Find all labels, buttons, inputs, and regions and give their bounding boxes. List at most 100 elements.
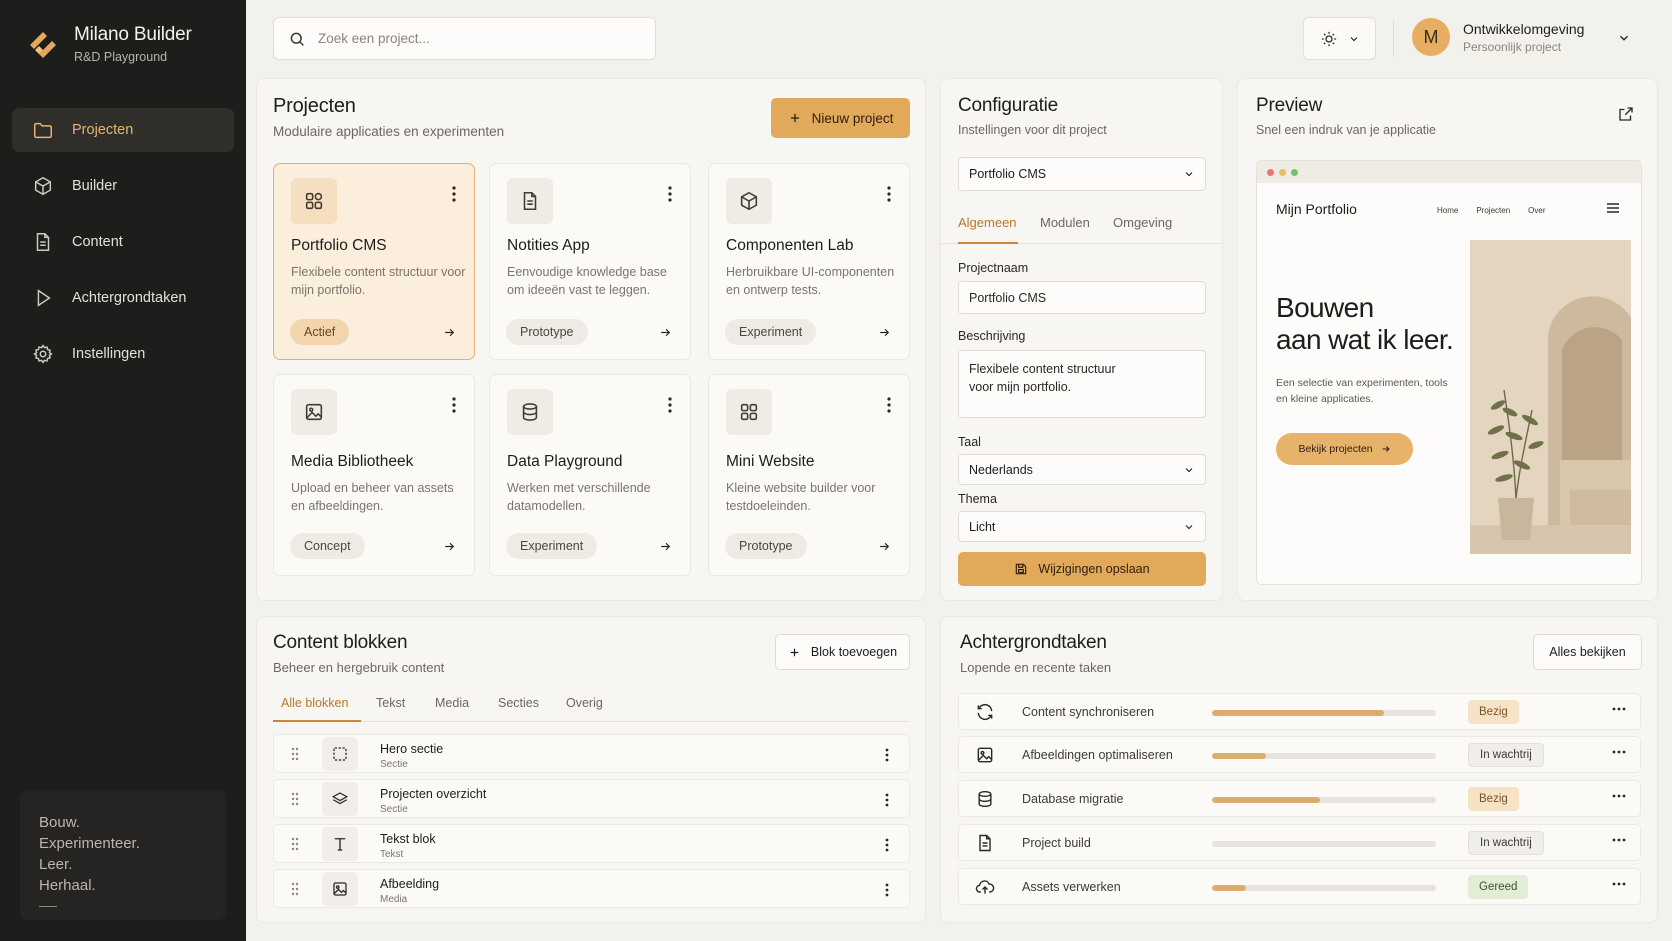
more-vertical-icon[interactable] xyxy=(452,397,456,413)
project-card-mini-website[interactable]: Mini Website Kleine website builder voor… xyxy=(708,374,910,576)
list-item[interactable]: Tekst blok Tekst xyxy=(273,824,910,863)
task-row[interactable]: Assets verwerken Gereed xyxy=(958,868,1641,905)
motto-divider xyxy=(39,906,57,907)
image-icon xyxy=(305,403,323,421)
list-item[interactable]: Hero sectie Sectie xyxy=(273,734,910,773)
external-link-icon[interactable] xyxy=(1617,105,1635,123)
hamburger-icon[interactable] xyxy=(1607,203,1619,213)
tab-tekst[interactable]: Tekst xyxy=(376,696,405,710)
block-name: Hero sectie xyxy=(380,742,444,756)
tab-omgeving[interactable]: Omgeving xyxy=(1113,215,1172,230)
tab-media[interactable]: Media xyxy=(435,696,469,710)
site-cta-button[interactable]: Bekijk projecten xyxy=(1276,433,1413,465)
add-block-button[interactable]: Blok toevoegen xyxy=(775,634,910,670)
project-card-componenten-lab[interactable]: Componenten Lab Herbruikbare UI-componen… xyxy=(708,163,910,360)
tab-modulen[interactable]: Modulen xyxy=(1040,215,1090,230)
project-card-portfolio-cms[interactable]: Portfolio CMS Flexibele content structuu… xyxy=(273,163,475,360)
new-project-button[interactable]: Nieuw project xyxy=(771,98,910,138)
sidebar-item-label: Achtergrondtaken xyxy=(72,290,187,306)
list-item[interactable]: Afbeelding Media xyxy=(273,869,910,908)
task-name: Content synchroniseren xyxy=(1022,705,1155,719)
more-vertical-icon[interactable] xyxy=(885,748,889,762)
content-blocks-title: Content blokken xyxy=(273,632,408,653)
task-row[interactable]: Project build In wachtrij xyxy=(958,824,1641,861)
arrow-right-icon[interactable] xyxy=(443,540,456,553)
more-vertical-icon[interactable] xyxy=(668,397,672,413)
brand-subtitle: R&D Playground xyxy=(74,50,168,64)
list-item[interactable]: Projecten overzicht Sectie xyxy=(273,779,910,818)
more-vertical-icon[interactable] xyxy=(668,186,672,202)
view-all-button[interactable]: Alles bekijken xyxy=(1533,634,1642,670)
project-card-media-bibliotheek[interactable]: Media Bibliotheek Upload en beheer van a… xyxy=(273,374,475,576)
more-vertical-icon[interactable] xyxy=(887,186,891,202)
tab-algemeen[interactable]: Algemeen xyxy=(958,215,1017,230)
progress-fill xyxy=(1212,885,1246,891)
sidebar-item-builder[interactable]: Builder xyxy=(12,164,234,208)
task-row[interactable]: Database migratie Bezig xyxy=(958,780,1641,817)
project-select[interactable]: Portfolio CMS xyxy=(958,157,1206,191)
play-icon xyxy=(37,289,51,307)
theme-toggle-button[interactable] xyxy=(1303,17,1376,60)
preview-subtitle: Snel een indruk van je applicatie xyxy=(1256,123,1436,137)
drag-handle-icon[interactable] xyxy=(291,882,299,896)
more-horizontal-icon[interactable] xyxy=(1612,707,1626,711)
task-name: Assets verwerken xyxy=(1022,880,1121,894)
arrow-right-icon[interactable] xyxy=(659,326,672,339)
more-vertical-icon[interactable] xyxy=(452,186,456,202)
task-row[interactable]: Content synchroniseren Bezig xyxy=(958,693,1641,730)
more-horizontal-icon[interactable] xyxy=(1612,750,1626,754)
status-badge: Actief xyxy=(290,319,350,345)
more-vertical-icon[interactable] xyxy=(885,838,889,852)
project-card-data-playground[interactable]: Data Playground Werken met verschillende… xyxy=(489,374,691,576)
task-row[interactable]: Afbeeldingen optimaliseren In wachtrij xyxy=(958,736,1641,773)
save-button[interactable]: Wijzigingen opslaan xyxy=(958,552,1206,586)
card-icon-wrap xyxy=(726,389,772,435)
more-horizontal-icon[interactable] xyxy=(1612,882,1626,886)
motto-line: Experimenteer. xyxy=(39,835,140,852)
chevron-down-icon[interactable] xyxy=(1617,31,1631,45)
site-headline-1: Bouwen xyxy=(1276,292,1374,323)
site-nav-over[interactable]: Over xyxy=(1528,206,1545,215)
upload-cloud-icon xyxy=(975,880,995,894)
user-name: Ontwikkelomgeving xyxy=(1463,20,1585,37)
arrow-right-icon[interactable] xyxy=(659,540,672,553)
thema-select[interactable]: Licht xyxy=(958,511,1206,542)
site-nav-home[interactable]: Home xyxy=(1437,206,1458,215)
status-badge: In wachtrij xyxy=(1468,743,1544,767)
tab-overig[interactable]: Overig xyxy=(566,696,603,710)
drag-handle-icon[interactable] xyxy=(291,837,299,851)
sidebar-item-content[interactable]: Content xyxy=(12,220,234,264)
drag-handle-icon[interactable] xyxy=(291,747,299,761)
projectnaam-field[interactable]: Portfolio CMS xyxy=(958,281,1206,314)
taal-select[interactable]: Nederlands xyxy=(958,454,1206,485)
document-icon xyxy=(36,233,50,251)
more-vertical-icon[interactable] xyxy=(887,397,891,413)
brand[interactable]: Milano Builder R&D Playground xyxy=(26,24,192,64)
more-horizontal-icon[interactable] xyxy=(1612,838,1626,842)
preview-browser[interactable]: Mijn Portfolio Home Projecten Over Bouwe… xyxy=(1256,160,1642,585)
drag-handle-icon[interactable] xyxy=(291,792,299,806)
sidebar-item-projecten[interactable]: Projecten xyxy=(12,108,234,152)
more-horizontal-icon[interactable] xyxy=(1612,794,1626,798)
site-nav-projecten[interactable]: Projecten xyxy=(1476,206,1510,215)
taal-select-value: Nederlands xyxy=(969,462,1033,477)
status-badge: Prototype xyxy=(725,533,807,559)
tab-alle-blokken[interactable]: Alle blokken xyxy=(281,696,348,710)
sidebar-item-instellingen[interactable]: Instellingen xyxy=(12,332,234,376)
task-name: Database migratie xyxy=(1022,792,1124,806)
search-input[interactable] xyxy=(318,31,618,46)
user-menu[interactable]: M Ontwikkelomgeving Persoonlijk project xyxy=(1412,18,1584,56)
add-block-label: Blok toevoegen xyxy=(810,645,898,659)
search-box[interactable] xyxy=(273,17,656,60)
more-vertical-icon[interactable] xyxy=(885,883,889,897)
arrow-right-icon[interactable] xyxy=(878,326,891,339)
project-card-notities-app[interactable]: Notities App Eenvoudige knowledge base o… xyxy=(489,163,691,360)
arrow-right-icon[interactable] xyxy=(443,326,456,339)
arrow-right-icon[interactable] xyxy=(878,540,891,553)
sidebar-item-achtergrondtaken[interactable]: Achtergrondtaken xyxy=(12,276,234,320)
block-icon-wrap xyxy=(322,827,358,861)
beschrijving-field[interactable]: Flexibele content structuur voor mijn po… xyxy=(958,350,1206,418)
more-vertical-icon[interactable] xyxy=(885,793,889,807)
tab-secties[interactable]: Secties xyxy=(498,696,539,710)
browser-bar xyxy=(1257,161,1641,183)
